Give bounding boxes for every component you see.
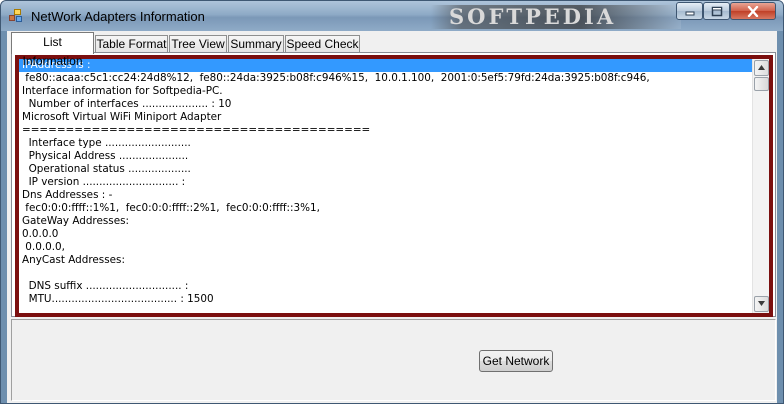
tab-speed-check[interactable]: Speed Check [285, 35, 360, 53]
maximize-icon [711, 6, 722, 17]
close-icon [747, 5, 759, 18]
list-line[interactable]: DNS suffix .............................… [19, 280, 754, 293]
scroll-up-arrow-icon [758, 65, 765, 70]
list-line[interactable]: MTU.....................................… [19, 293, 754, 306]
app-window: SOFTPEDIA NetWork Adapters Information L… [0, 0, 784, 404]
list-line[interactable]: GateWay Addresses: [19, 215, 754, 228]
tab-tree-view[interactable]: Tree View [169, 35, 227, 53]
tab-table-format[interactable]: Table Format [95, 35, 168, 53]
client-area: List Information Table Format Tree View … [7, 31, 777, 403]
list-line[interactable]: Dns Addresses : - [19, 189, 754, 202]
list-line[interactable]: Physical Address ..................... [19, 150, 754, 163]
title-bar[interactable]: SOFTPEDIA NetWork Adapters Information [1, 1, 783, 31]
close-button[interactable] [730, 2, 776, 20]
list-line[interactable]: fec0:0:0:ffff::1%1, fec0:0:0:ffff::2%1, … [19, 202, 754, 215]
list-line[interactable]: IP version .............................… [19, 176, 754, 189]
vertical-scrollbar[interactable] [752, 59, 769, 313]
list-line[interactable]: Interface type .........................… [19, 137, 754, 150]
get-network-button[interactable]: Get Network [479, 350, 553, 372]
bottom-panel: Get Network [11, 319, 776, 401]
minimize-icon [685, 11, 694, 16]
softpedia-watermark: SOFTPEDIA [431, 5, 681, 29]
list-line[interactable]: Operational status ................... [19, 163, 754, 176]
list-line[interactable]: Number of interfaces ...................… [19, 98, 754, 111]
scrollbar-thumb[interactable] [754, 77, 769, 91]
list-line[interactable]: IPAddress is : [19, 59, 754, 72]
list-line[interactable]: ======================================== [19, 124, 754, 137]
list-frame: IPAddress is : fe80::acaa:c5c1:cc24:24d8… [15, 55, 773, 317]
list-line[interactable]: AnyCast Addresses: [19, 254, 754, 267]
minimize-button[interactable] [676, 2, 703, 20]
list-line[interactable]: 0.0.0.0 [19, 228, 754, 241]
scroll-down-button[interactable] [754, 296, 769, 312]
window-title: NetWork Adapters Information [31, 9, 205, 24]
scroll-up-button[interactable] [754, 60, 769, 76]
scroll-down-arrow-icon [758, 301, 765, 306]
tab-summary[interactable]: Summary [228, 35, 284, 53]
maximize-button[interactable] [703, 2, 730, 20]
list-line[interactable] [19, 267, 754, 280]
network-adapter-app-icon[interactable] [9, 9, 23, 23]
list-information-tabpage: IPAddress is : fe80::acaa:c5c1:cc24:24d8… [11, 52, 776, 317]
list-line[interactable]: 0.0.0.0, [19, 241, 754, 254]
list-line[interactable]: Microsoft Virtual WiFi Miniport Adapter [19, 111, 754, 124]
tab-list-information[interactable]: List Information [11, 32, 94, 68]
information-listbox[interactable]: IPAddress is : fe80::acaa:c5c1:cc24:24d8… [19, 59, 754, 313]
list-line[interactable]: Interface information for Softpedia-PC. [19, 85, 754, 98]
list-line[interactable]: fe80::acaa:c5c1:cc24:24d8%12, fe80::24da… [19, 72, 754, 85]
